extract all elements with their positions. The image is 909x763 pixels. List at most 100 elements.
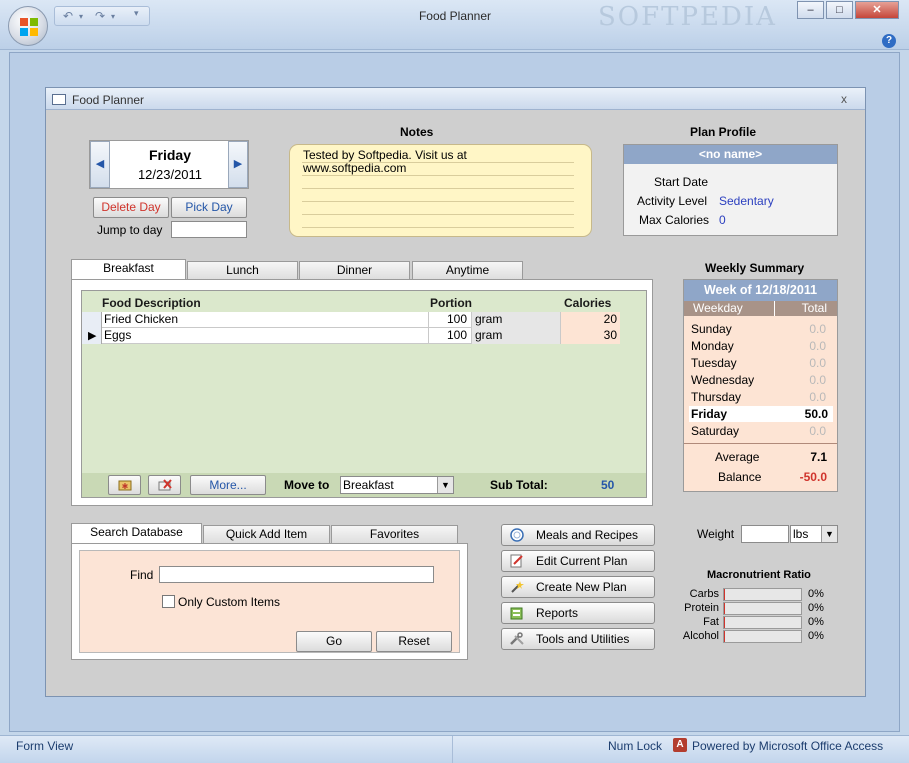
tab-dinner[interactable]: Dinner [299,261,410,280]
max-calories-value: 0 [719,213,726,227]
minimize-button[interactable]: – [797,1,824,19]
add-food-button[interactable]: ✱ [108,475,141,495]
alcohol-label: Alcohol [682,630,719,642]
table-row[interactable]: ▶ Eggs 100 gram 30 [82,328,620,344]
day-navigator: ◀ Friday 12/23/2011 ▶ [89,140,249,189]
tools-and-utilities-button[interactable]: Tools and Utilities [501,628,655,650]
only-custom-checkbox[interactable] [162,595,175,608]
reset-button[interactable]: Reset [376,631,452,652]
create-new-plan-button[interactable]: Create New Plan [501,576,655,598]
reports-icon [510,607,523,620]
add-item-icon: ✱ [118,480,131,491]
office-logo-icon [20,18,38,36]
new-plan-icon [511,581,524,593]
subtotal-label: Sub Total: [490,478,548,492]
find-input[interactable] [159,566,434,583]
unit-cell[interactable]: gram [471,312,560,328]
help-icon[interactable]: ? [882,34,896,48]
tab-quick-add-item[interactable]: Quick Add Item [203,525,330,544]
tab-anytime[interactable]: Anytime [412,261,523,280]
row-selector[interactable] [82,312,102,328]
meals-and-recipes-button[interactable]: Meals and Recipes [501,524,655,546]
carbs-label: Carbs [689,588,719,600]
chevron-down-icon[interactable]: ▼ [437,477,453,493]
weekly-summary: Week of 12/18/2011 Weekday Total Sunday 0… [683,279,838,492]
title-bar: ↶ ▾ ↷ ▾ ▾ Food Planner SOFTPEDIA – □ ✕ ? [0,0,909,50]
plan-profile-heading: Plan Profile [690,125,757,139]
next-day-button[interactable]: ▶ [228,141,248,188]
search-panel: Find Only Custom Items Go Reset [71,543,468,660]
week-header: Week of 12/18/2011 [684,280,837,301]
customize-qat-icon[interactable]: ▾ [134,8,139,19]
fat-label: Fat [703,616,719,628]
profile-name: <no name> [624,145,837,164]
tab-breakfast[interactable]: Breakfast [71,259,186,280]
tools-icon [510,632,524,645]
food-cell[interactable]: Eggs [104,328,424,344]
form-close-button[interactable]: x [841,92,847,106]
alcohol-bar [723,630,802,643]
food-cell[interactable]: Fried Chicken [104,312,424,328]
weight-input[interactable] [741,525,789,543]
calories-cell: 20 [560,312,620,328]
only-custom-label: Only Custom Items [178,595,281,609]
form-icon [52,94,66,105]
tab-search-database[interactable]: Search Database [71,523,202,544]
office-button[interactable] [8,6,48,46]
delete-food-button[interactable] [148,475,181,495]
unit-cell[interactable]: gram [471,328,560,344]
jump-to-day-field[interactable] [171,221,247,238]
delete-day-button[interactable]: Delete Day [93,197,169,218]
notes-text: Tested by Softpedia. Visit us at www.sof… [303,148,467,175]
form-view-status: Form View [16,739,74,753]
maximize-button[interactable]: □ [826,1,853,19]
redo-icon[interactable]: ↷ [95,9,105,23]
qty-cell[interactable]: 100 [428,312,470,328]
calories-cell: 30 [560,328,620,344]
edit-plan-icon [510,554,523,568]
chevron-down-icon[interactable]: ▾ [111,12,115,21]
total-column: Total [774,301,831,316]
qty-cell[interactable]: 100 [428,328,470,344]
move-to-value: Breakfast [343,478,394,492]
edit-current-plan-button[interactable]: Edit Current Plan [501,550,655,572]
weight-label: Weight [697,527,735,541]
go-button[interactable]: Go [296,631,372,652]
chevron-down-icon[interactable]: ▼ [821,526,837,542]
weight-unit-select[interactable]: lbs ▼ [790,525,838,543]
week-row-friday: Friday 50.0 [689,406,833,422]
balance-value: -50.0 [799,470,827,484]
move-to-select[interactable]: Breakfast ▼ [340,476,454,494]
carbs-pct: 0% [808,588,824,600]
weekly-summary-heading: Weekly Summary [705,261,805,275]
search-form: Find Only Custom Items Go Reset [79,550,460,653]
reports-button[interactable]: Reports [501,602,655,624]
status-bar: Form View Num Lock A Powered by Microsof… [0,735,909,763]
pick-day-button[interactable]: Pick Day [171,197,247,218]
tab-favorites[interactable]: Favorites [331,525,458,544]
week-row-wednesday: Wednesday 0.0 [691,373,826,387]
day-name: Friday [148,147,191,163]
weight-unit-value: lbs [793,527,809,541]
more-button[interactable]: More... [190,475,266,495]
app-title: Food Planner [418,9,492,23]
left-arrow-icon: ◀ [95,158,105,170]
fat-bar [723,616,802,629]
table-row[interactable]: Fried Chicken 100 gram 20 [82,312,620,328]
row-selector[interactable]: ▶ [82,328,102,344]
form-title: Food Planner [72,93,145,107]
day-date: 12/23/2011 [137,167,203,182]
average-value: 7.1 [810,450,827,464]
chevron-down-icon[interactable]: ▾ [79,12,83,21]
week-date: 12/18/2011 [755,283,818,297]
close-button[interactable]: ✕ [855,1,899,19]
tab-lunch[interactable]: Lunch [187,261,298,280]
delete-item-icon [158,479,172,491]
food-grid: Food Description Portion Calories Fried … [81,290,647,498]
prev-day-button[interactable]: ◀ [90,141,110,188]
notes-box[interactable]: Tested by Softpedia. Visit us at www.sof… [289,144,592,237]
find-label: Find [130,568,154,582]
undo-icon[interactable]: ↶ [63,9,73,23]
watermark: SOFTPEDIA [598,2,777,32]
max-calories-label: Max Calories [639,213,710,227]
